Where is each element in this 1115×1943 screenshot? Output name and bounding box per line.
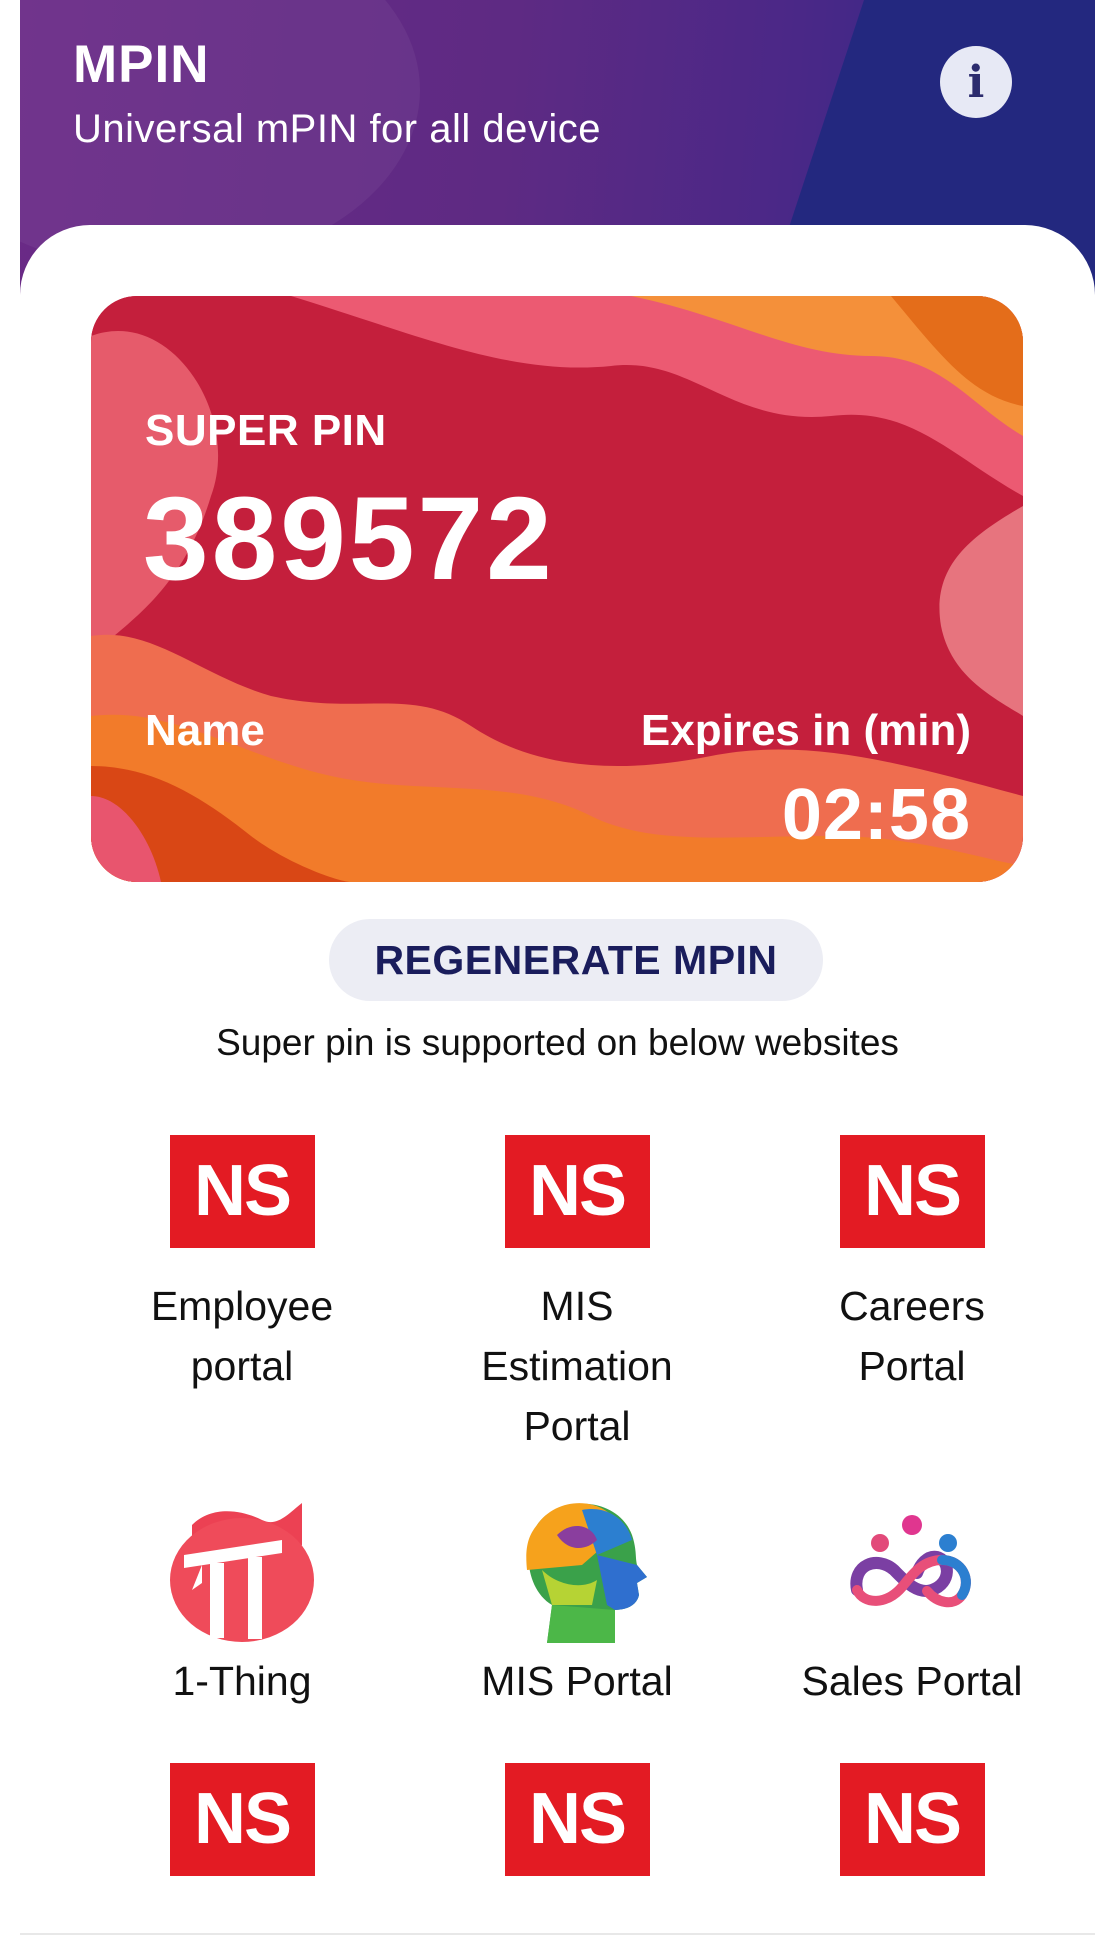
app-tile-employee-portal[interactable]: NS Employee portal <box>92 1135 392 1396</box>
app-tile-mis-estimation-portal[interactable]: NS MIS Estimation Portal <box>427 1135 727 1456</box>
supported-websites-text: Super pin is supported on below websites <box>216 1022 899 1063</box>
ns-logo-icon: NS <box>839 1135 985 1248</box>
super-pin-card: SUPER PIN 389572 Name Expires in (min) 0… <box>91 296 1023 882</box>
people-infinity-logo-icon <box>832 1495 992 1645</box>
app-label: Sales Portal <box>801 1658 1023 1704</box>
expires-label: Expires in (min) <box>640 706 971 755</box>
ns-logo-icon: NS <box>504 1763 650 1876</box>
super-pin-value: 389572 <box>143 473 555 605</box>
app-label: Portal <box>523 1403 631 1449</box>
app-label: Employee <box>150 1283 334 1329</box>
app-tile-mis-portal[interactable]: MIS Portal <box>427 1495 727 1711</box>
app-tile-ns-9[interactable]: NS <box>762 1763 1062 1876</box>
app-tile-1-thing[interactable]: 1-Thing <box>92 1495 392 1711</box>
app-label: Portal <box>858 1343 966 1389</box>
app-screen: MPIN Universal mPIN for all device i SUP… <box>20 0 1095 1943</box>
expiry-timer: 02:58 <box>781 775 971 855</box>
app-label: Careers <box>839 1283 985 1329</box>
app-tile-sales-portal[interactable]: Sales Portal <box>762 1495 1062 1711</box>
app-tile-careers-portal[interactable]: NS Careers Portal <box>762 1135 1062 1396</box>
ns-logo-icon: NS <box>504 1135 650 1248</box>
head-profile-logo-icon <box>497 1495 657 1645</box>
info-icon[interactable]: i <box>940 46 1012 118</box>
info-glyph: i <box>967 56 985 108</box>
name-label: Name <box>145 706 265 755</box>
app-label: portal <box>190 1343 294 1389</box>
divider <box>20 1933 1095 1935</box>
app-label: MIS <box>540 1283 614 1329</box>
page-subtitle: Universal mPIN for all device <box>73 107 601 151</box>
1-thing-logo-icon <box>162 1495 322 1645</box>
ns-logo-icon: NS <box>169 1135 315 1248</box>
app-label: MIS Portal <box>481 1658 673 1704</box>
ns-logo-icon: NS <box>169 1763 315 1876</box>
app-tile-ns-8[interactable]: NS <box>427 1763 727 1876</box>
regenerate-mpin-button[interactable]: REGENERATE MPIN <box>329 919 823 1001</box>
app-label: 1-Thing <box>172 1658 312 1704</box>
super-pin-label: SUPER PIN <box>145 406 387 455</box>
ns-logo-icon: NS <box>839 1763 985 1876</box>
app-label: Estimation <box>481 1343 673 1389</box>
app-tile-ns-7[interactable]: NS <box>92 1763 392 1876</box>
page-title: MPIN <box>73 35 210 94</box>
